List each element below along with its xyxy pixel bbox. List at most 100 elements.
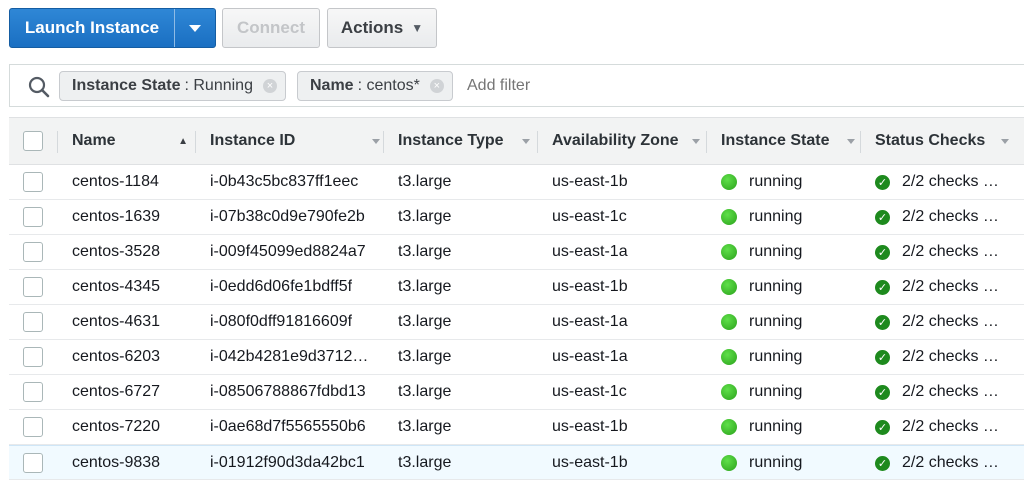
status-checks-label[interactable]: 2/2 checks … bbox=[902, 243, 999, 261]
row-checkbox[interactable] bbox=[23, 277, 43, 297]
sort-icon bbox=[1001, 138, 1009, 144]
table-row[interactable]: centos-6203 i-042b4281e9d3712… t3.large us-… bbox=[9, 340, 1024, 375]
row-checkbox[interactable] bbox=[23, 207, 43, 227]
sort-icon bbox=[372, 138, 380, 144]
instance-state-label: running bbox=[749, 173, 803, 190]
column-label: Instance Type bbox=[398, 132, 504, 149]
status-checks-label[interactable]: 2/2 checks … bbox=[902, 418, 999, 436]
column-header-availability-zone[interactable]: Availability Zone bbox=[552, 118, 700, 164]
cell-instance-id: i-0edd6d06fe1bdff5f bbox=[210, 278, 353, 295]
cell-instance-state: running bbox=[721, 270, 802, 304]
add-filter-input[interactable] bbox=[465, 76, 669, 96]
instance-state-label: running bbox=[749, 278, 803, 295]
launch-instance-dropdown-button[interactable] bbox=[174, 9, 215, 47]
cell-instance-id: i-07b38c0d9e790fe2b bbox=[210, 208, 365, 225]
row-checkbox[interactable] bbox=[23, 242, 43, 262]
cell-status-checks: ✓ 2/2 checks … bbox=[875, 305, 999, 339]
column-label: Name bbox=[72, 132, 116, 149]
cell-availability-zone: us-east-1c bbox=[552, 383, 627, 400]
column-header-instance-type[interactable]: Instance Type bbox=[398, 118, 530, 164]
cell-availability-zone: us-east-1b bbox=[552, 278, 628, 295]
column-header-instance-id[interactable]: Instance ID bbox=[210, 118, 380, 164]
cell-instance-type: t3.large bbox=[398, 454, 452, 471]
table-row[interactable]: centos-6727 i-08506788867fdbd13 t3.large us… bbox=[9, 375, 1024, 410]
cell-availability-zone: us-east-1b bbox=[552, 418, 628, 435]
connect-button[interactable]: Connect bbox=[222, 8, 320, 48]
column-header-name[interactable]: Name ▲ bbox=[72, 118, 194, 164]
cell-instance-state: running bbox=[721, 200, 802, 234]
column-divider bbox=[57, 131, 58, 153]
cell-instance-state: running bbox=[721, 305, 802, 339]
filter-chip-name[interactable]: Name : centos* × bbox=[297, 71, 453, 101]
instance-state-label: running bbox=[749, 383, 803, 400]
row-checkbox[interactable] bbox=[23, 312, 43, 332]
cell-instance-type: t3.large bbox=[398, 243, 452, 260]
table-header: Name ▲ Instance ID Instance Type Availab… bbox=[9, 117, 1024, 165]
instance-state-label: running bbox=[749, 208, 803, 225]
cell-name: centos-1639 bbox=[72, 208, 161, 225]
row-checkbox[interactable] bbox=[23, 417, 43, 437]
column-divider bbox=[706, 131, 707, 153]
caret-down-icon bbox=[189, 24, 201, 32]
table-row[interactable]: centos-9838 i-01912f90d3da42bc1 t3.large us… bbox=[9, 445, 1024, 480]
column-divider bbox=[383, 131, 384, 153]
cell-name: centos-3528 bbox=[72, 243, 161, 260]
filter-chip-key: Instance State bbox=[72, 77, 181, 94]
row-checkbox[interactable] bbox=[23, 347, 43, 367]
row-checkbox[interactable] bbox=[23, 453, 43, 473]
filter-chip-value: centos* bbox=[366, 77, 420, 94]
status-checks-label[interactable]: 2/2 checks … bbox=[902, 278, 999, 296]
cell-availability-zone: us-east-1a bbox=[552, 313, 628, 330]
cell-instance-type: t3.large bbox=[398, 313, 452, 330]
instance-state-label: running bbox=[749, 348, 803, 365]
instance-state-label: running bbox=[749, 418, 803, 435]
actions-label: Actions bbox=[340, 18, 404, 37]
table-row[interactable]: centos-4631 i-080f0dff91816609f t3.large us… bbox=[9, 305, 1024, 340]
table-body: centos-1184 i-0b43c5bc837ff1eec t3.large us… bbox=[9, 165, 1024, 480]
check-circle-icon: ✓ bbox=[875, 209, 890, 225]
remove-filter-icon[interactable]: × bbox=[429, 79, 444, 93]
cell-instance-type: t3.large bbox=[398, 383, 452, 400]
running-status-icon bbox=[721, 279, 737, 295]
status-checks-label[interactable]: 2/2 checks … bbox=[902, 313, 999, 331]
cell-instance-state: running bbox=[721, 235, 802, 269]
cell-instance-state: running bbox=[721, 446, 802, 480]
cell-instance-type: t3.large bbox=[398, 418, 452, 435]
check-circle-icon: ✓ bbox=[875, 349, 890, 365]
column-header-instance-state[interactable]: Instance State bbox=[721, 118, 855, 164]
cell-instance-type: t3.large bbox=[398, 348, 452, 365]
cell-instance-type: t3.large bbox=[398, 208, 452, 225]
status-checks-label[interactable]: 2/2 checks … bbox=[902, 173, 999, 191]
check-circle-icon: ✓ bbox=[875, 455, 890, 471]
cell-status-checks: ✓ 2/2 checks … bbox=[875, 340, 999, 374]
cell-availability-zone: us-east-1a bbox=[552, 243, 628, 260]
filter-chip-instance-state[interactable]: Instance State : Running × bbox=[59, 71, 286, 101]
check-circle-icon: ✓ bbox=[875, 419, 890, 435]
status-checks-label[interactable]: 2/2 checks … bbox=[902, 348, 999, 366]
select-all-checkbox[interactable] bbox=[23, 131, 43, 151]
filter-chip-separator: : bbox=[357, 77, 367, 94]
remove-filter-icon[interactable]: × bbox=[262, 79, 277, 93]
launch-instance-button[interactable]: Launch Instance bbox=[10, 9, 174, 47]
status-checks-label[interactable]: 2/2 checks … bbox=[902, 208, 999, 226]
actions-button[interactable]: Actions ▼ bbox=[327, 8, 437, 48]
table-row[interactable]: centos-1639 i-07b38c0d9e790fe2b t3.large us… bbox=[9, 200, 1024, 235]
status-checks-label[interactable]: 2/2 checks … bbox=[902, 454, 999, 472]
table-row[interactable]: centos-1184 i-0b43c5bc837ff1eec t3.large us… bbox=[9, 165, 1024, 200]
cell-availability-zone: us-east-1a bbox=[552, 348, 628, 365]
status-checks-label[interactable]: 2/2 checks … bbox=[902, 383, 999, 401]
table-row[interactable]: centos-3528 i-009f45099ed8824a7 t3.large us… bbox=[9, 235, 1024, 270]
column-divider bbox=[195, 131, 196, 153]
column-divider bbox=[537, 131, 538, 153]
table-row[interactable]: centos-4345 i-0edd6d06fe1bdff5f t3.large us… bbox=[9, 270, 1024, 305]
cell-status-checks: ✓ 2/2 checks … bbox=[875, 165, 999, 199]
running-status-icon bbox=[721, 244, 737, 260]
row-checkbox[interactable] bbox=[23, 382, 43, 402]
table-row[interactable]: centos-7220 i-0ae68d7f5565550b6 t3.large us… bbox=[9, 410, 1024, 445]
running-status-icon bbox=[721, 419, 737, 435]
filter-chip-separator: : bbox=[184, 77, 194, 94]
cell-instance-id: i-0ae68d7f5565550b6 bbox=[210, 418, 366, 435]
cell-status-checks: ✓ 2/2 checks … bbox=[875, 270, 999, 304]
row-checkbox[interactable] bbox=[23, 172, 43, 192]
column-header-status-checks[interactable]: Status Checks bbox=[875, 118, 1009, 164]
